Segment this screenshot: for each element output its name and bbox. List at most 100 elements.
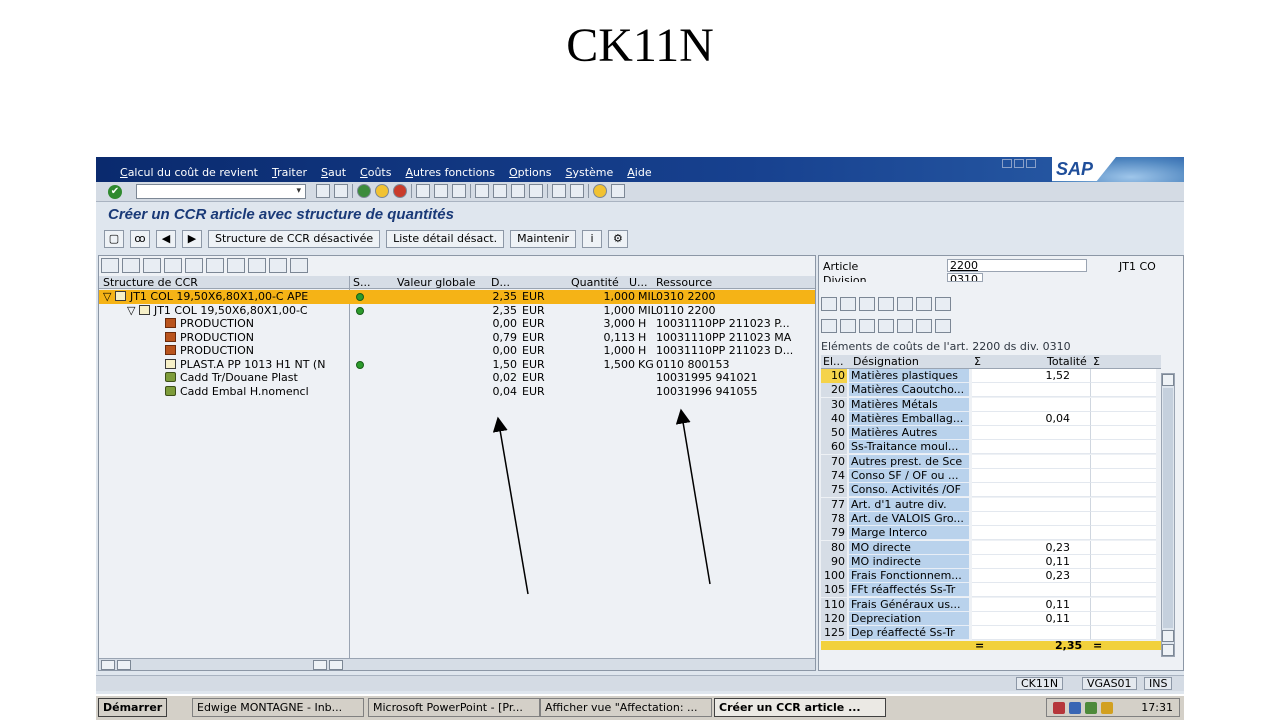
- task-sap-ccr[interactable]: Créer un CCR article ...: [714, 698, 886, 717]
- task-outlook[interactable]: Edwige MONTAGNE - Inb...: [192, 698, 364, 717]
- minimize-button[interactable]: [1002, 159, 1012, 168]
- cost-element-code[interactable]: 20: [821, 383, 847, 398]
- menu-saut[interactable]: Saut: [321, 166, 346, 179]
- cost-element-row[interactable]: 60 Ss-Traitance moul...: [821, 440, 1161, 455]
- scroll-left-icon[interactable]: [101, 660, 115, 670]
- expand-toggle-icon[interactable]: ▽: [127, 304, 139, 317]
- cost-element-code[interactable]: 75: [821, 483, 847, 498]
- back-icon[interactable]: [357, 184, 371, 198]
- cost-element-code[interactable]: 74: [821, 469, 847, 484]
- last-page-icon[interactable]: [529, 184, 543, 198]
- menu-systeme[interactable]: Système: [565, 166, 613, 179]
- cost-element-row[interactable]: 105 FFt réaffectés Ss-Tr: [821, 583, 1161, 598]
- article-field[interactable]: 2200: [947, 259, 1087, 272]
- task-powerpoint[interactable]: Microsoft PowerPoint - [Pr...: [368, 698, 540, 717]
- previous-arrow-icon[interactable]: ◀: [156, 230, 176, 248]
- exit-icon[interactable]: [375, 184, 389, 198]
- col-quantity[interactable]: Quantité: [571, 276, 619, 289]
- col-total[interactable]: Totalité: [1047, 355, 1087, 368]
- detail-icon[interactable]: [821, 297, 837, 311]
- info-icon[interactable]: i: [581, 230, 602, 248]
- expand-icon[interactable]: [101, 258, 119, 273]
- cost-element-code[interactable]: 30: [821, 397, 847, 412]
- cost-element-row[interactable]: 79 Marge Interco: [821, 526, 1161, 541]
- cost-element-row[interactable]: 110 Frais Généraux us... 0,11: [821, 597, 1161, 612]
- scroll-thumb[interactable]: [1163, 388, 1173, 628]
- scroll-up-icon[interactable]: [1162, 630, 1174, 642]
- info-icon[interactable]: [916, 319, 932, 333]
- tree-row[interactable]: PRODUCTION 0,00 EUR 3,000 H 10031110PP 211023…: [99, 317, 815, 331]
- col-element[interactable]: El...: [823, 355, 844, 368]
- new-session-icon[interactable]: [552, 184, 566, 198]
- col-value[interactable]: Valeur globale: [397, 276, 476, 289]
- vertical-scrollbar[interactable]: [1161, 373, 1175, 657]
- print-icon[interactable]: [416, 184, 430, 198]
- tray-icon[interactable]: [1085, 702, 1097, 714]
- col-designation[interactable]: Désignation: [853, 355, 919, 368]
- cost-element-row[interactable]: 75 Conso. Activités /OF: [821, 483, 1161, 498]
- col-resource[interactable]: Ressource: [656, 276, 712, 289]
- cost-element-row[interactable]: 40 Matières Emballag... 0,04: [821, 411, 1161, 426]
- mail-icon[interactable]: [840, 319, 856, 333]
- tree-row[interactable]: Cadd Embal H.nomencl 0,04 EUR 10031996 9410…: [99, 385, 815, 399]
- cost-element-code[interactable]: 110: [821, 597, 847, 612]
- tree-row[interactable]: Cadd Tr/Douane Plast 0,02 EUR 10031995 9410…: [99, 371, 815, 385]
- cost-element-row[interactable]: 70 Autres prest. de Sce: [821, 454, 1161, 469]
- cost-element-code[interactable]: 120: [821, 612, 847, 627]
- glasses-icon[interactable]: ꝏ: [130, 230, 150, 248]
- next-arrow-icon[interactable]: ▶: [182, 230, 202, 248]
- grid-icon[interactable]: [290, 258, 308, 273]
- filter-icon[interactable]: [185, 258, 203, 273]
- cost-element-row[interactable]: 90 MO indirecte 0,11: [821, 554, 1161, 569]
- scroll-up-icon[interactable]: [1162, 374, 1174, 386]
- cost-element-code[interactable]: 78: [821, 511, 847, 526]
- print-icon[interactable]: [143, 258, 161, 273]
- cost-element-code[interactable]: 90: [821, 554, 847, 569]
- shortcut-icon[interactable]: [570, 184, 584, 198]
- find-icon[interactable]: [878, 297, 894, 311]
- col-status[interactable]: S...: [353, 276, 370, 289]
- menu-aide[interactable]: Aide: [627, 166, 651, 179]
- tree-row[interactable]: PRODUCTION 0,00 EUR 1,000 H 10031110PP 211023…: [99, 344, 815, 358]
- menu-autres-fonctions[interactable]: Autres fonctions: [405, 166, 495, 179]
- first-page-icon[interactable]: [475, 184, 489, 198]
- col-structure[interactable]: Structure de CCR: [103, 276, 198, 289]
- tree-row[interactable]: PLAST.A PP 1013 H1 NT (N 1,50 EUR 1,500 KG 01…: [99, 358, 815, 372]
- cost-element-code[interactable]: 125: [821, 626, 847, 641]
- cost-element-code[interactable]: 80: [821, 540, 847, 555]
- cost-element-row[interactable]: 120 Depreciation 0,11: [821, 612, 1161, 627]
- tray-icon[interactable]: [1069, 702, 1081, 714]
- col-unit[interactable]: U...: [629, 276, 648, 289]
- find-icon[interactable]: [434, 184, 448, 198]
- cost-element-row[interactable]: 78 Art. de VALOIS Gro...: [821, 511, 1161, 526]
- tree-row[interactable]: ▽ JT1 COL 19,50X6,80X1,00-C APE 2,35 EUR 1,…: [99, 290, 815, 304]
- layout-icon[interactable]: [611, 184, 625, 198]
- menu-couts[interactable]: Coûts: [360, 166, 391, 179]
- cost-element-row[interactable]: 125 Dep réaffecté Ss-Tr: [821, 626, 1161, 641]
- cost-element-code[interactable]: 105: [821, 583, 847, 598]
- start-button[interactable]: Démarrer: [98, 698, 168, 717]
- cost-element-row[interactable]: 30 Matières Métals: [821, 397, 1161, 412]
- cost-element-row[interactable]: 20 Matières Caoutcho...: [821, 383, 1161, 398]
- scroll-right-icon[interactable]: [117, 660, 131, 670]
- cost-element-code[interactable]: 79: [821, 526, 847, 541]
- sort-icon[interactable]: [897, 297, 913, 311]
- sum-icon[interactable]: [248, 258, 266, 273]
- maximize-button[interactable]: [1014, 159, 1024, 168]
- graphics-icon[interactable]: [935, 319, 951, 333]
- cost-element-code[interactable]: 70: [821, 454, 847, 469]
- previous-page-icon[interactable]: [493, 184, 507, 198]
- cost-element-code[interactable]: 77: [821, 497, 847, 512]
- scroll-left-icon[interactable]: [313, 660, 327, 670]
- spreadsheet-icon[interactable]: [878, 319, 894, 333]
- subtotal-icon[interactable]: [269, 258, 287, 273]
- help-icon[interactable]: [593, 184, 607, 198]
- structure-off-button[interactable]: Structure de CCR désactivée: [208, 230, 381, 248]
- tree-row[interactable]: PRODUCTION 0,79 EUR 0,113 H 10031110PP 211023…: [99, 331, 815, 345]
- export-icon[interactable]: [164, 258, 182, 273]
- save-icon[interactable]: [334, 184, 348, 198]
- collapse-icon[interactable]: [122, 258, 140, 273]
- scroll-down-icon[interactable]: [1162, 644, 1174, 656]
- tray-icon[interactable]: [1101, 702, 1113, 714]
- layout-icon[interactable]: [206, 258, 224, 273]
